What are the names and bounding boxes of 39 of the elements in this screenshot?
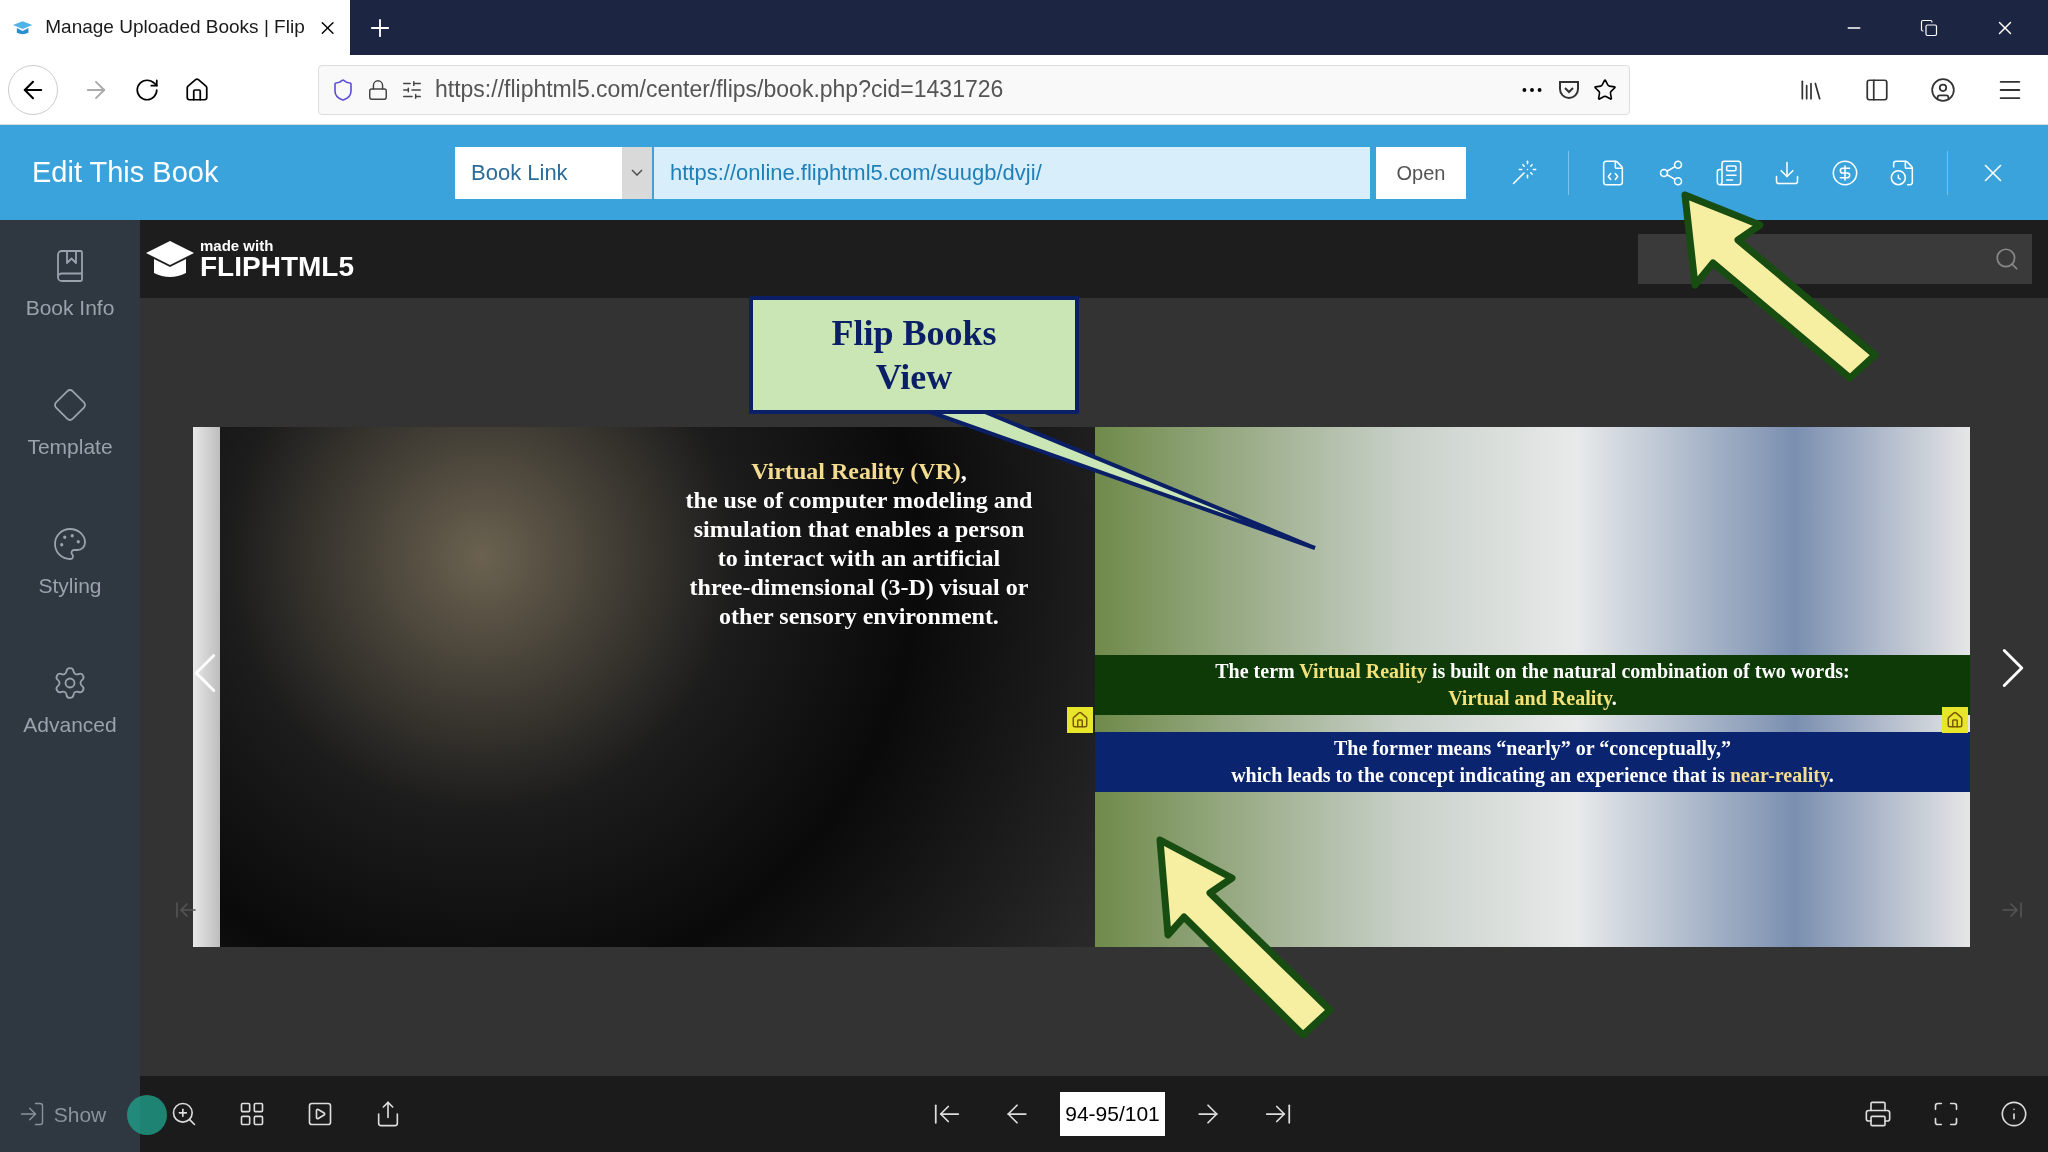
- sidebar-item[interactable]: Template: [27, 387, 113, 526]
- link-type-dropdown[interactable]: Book Link: [455, 146, 652, 199]
- fliphtml5-logo: made with FLIPHTML5: [144, 237, 354, 281]
- editor-title: Edit This Book: [32, 154, 220, 190]
- sidebar-item[interactable]: Styling: [38, 526, 102, 665]
- restore-icon[interactable]: [1920, 18, 1938, 37]
- address-bar[interactable]: https://fliphtml5.com/center/flips/book.php?cid=1431726: [318, 64, 1630, 115]
- print-icon[interactable]: [1864, 1100, 1892, 1128]
- fullscreen-icon[interactable]: [1932, 1100, 1960, 1128]
- chevron-down-icon: [631, 169, 643, 176]
- thumbnails-icon[interactable]: [238, 1100, 266, 1128]
- sidebar-item[interactable]: Advanced: [23, 665, 117, 804]
- search-icon: [1994, 246, 2020, 272]
- text-banner: The former means “nearly” or “conceptually,” which leads to the concept indicating an experience that is near-reality.: [1095, 732, 1970, 792]
- template-icon: [52, 387, 88, 423]
- permissions-icon[interactable]: [401, 78, 423, 101]
- reload-icon[interactable]: [134, 76, 160, 103]
- sidebar-item[interactable]: Book Info: [25, 248, 115, 387]
- browser-tab[interactable]: Manage Uploaded Books | Flip: [0, 0, 350, 55]
- sidebar-icon[interactable]: [1864, 76, 1890, 103]
- show-button[interactable]: Show: [17, 1098, 107, 1130]
- open-button[interactable]: Open: [1376, 146, 1466, 199]
- page-number-field[interactable]: 94-95/101: [1060, 1092, 1165, 1136]
- shield-icon[interactable]: [331, 77, 355, 102]
- home-icon[interactable]: [184, 76, 210, 103]
- dollar-icon[interactable]: [1831, 158, 1859, 187]
- page-text: Virtual Reality (VR), the use of computer modeling and simulation that enables a person to interact with an artificial three-dimensional (3-D) visual or other sensory environment.: [684, 457, 1034, 631]
- url-text: https://fliphtml5.com/center/flips/book.php?cid=1431726: [435, 75, 1005, 105]
- callout-box: Flip Books View: [749, 296, 1079, 414]
- zoom-in-icon[interactable]: [170, 1100, 198, 1128]
- tab-title: Manage Uploaded Books | Flip: [45, 15, 305, 40]
- autoplay-icon[interactable]: [306, 1100, 334, 1128]
- text-banner: The term Virtual Reality is built on the natural combination of two words: Virtual and Reality.: [1095, 655, 1970, 715]
- lock-icon[interactable]: [367, 78, 389, 101]
- magic-wand-icon[interactable]: [1510, 158, 1538, 187]
- styling-icon: [52, 526, 88, 562]
- bookmark-star-icon[interactable]: [1593, 77, 1617, 102]
- account-icon[interactable]: [1930, 76, 1956, 103]
- book-link-field[interactable]: https://online.fliphtml5.com/suugb/dvji/: [654, 146, 1370, 199]
